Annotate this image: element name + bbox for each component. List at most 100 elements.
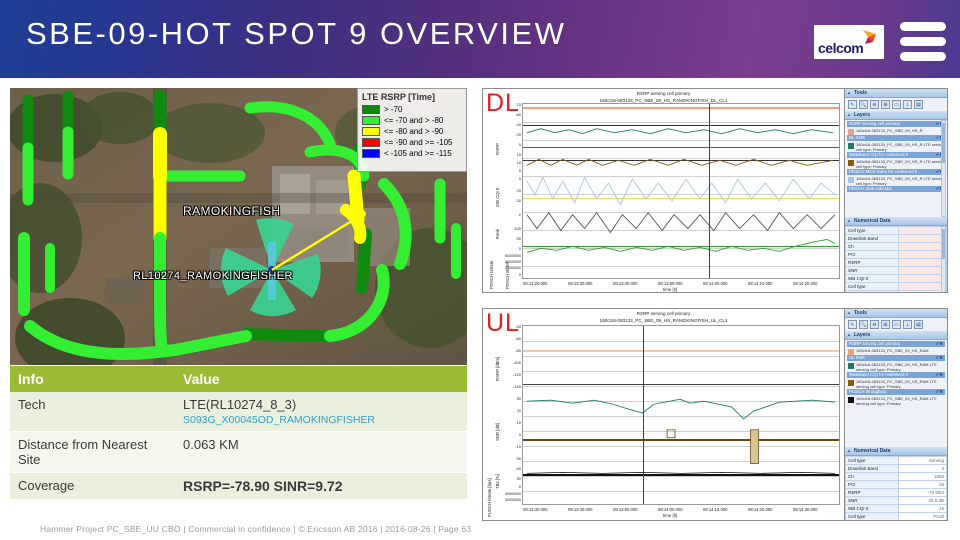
legend-title: LTE RSRP [Time] [362,92,436,102]
layer-item[interactable]: RSRP serving cell primary ✔✖ 160ct16-0831… [847,121,945,135]
dl-layer-list[interactable]: RSRP serving cell primary ✔✖ 160ct16-0831… [845,120,947,217]
ul-ytick: 10 [516,420,521,425]
zoom-in-icon[interactable]: 🔍 [859,100,868,109]
scrollbar-thumb[interactable] [942,229,945,259]
dl-ytick: 40 [516,122,521,127]
dl-chart-panel[interactable]: DL RSRP serving cell primary 160ct16-083… [482,88,948,293]
layer-visibility-icon[interactable]: ✔✖ [935,355,943,361]
table-icon[interactable]: ▤ [914,100,923,109]
ericsson-logo [900,22,946,62]
layer-color-icon [848,160,854,166]
numeric-value: 26 [897,480,947,489]
dl-ytick: 100 [514,226,521,231]
dl-numeric-header[interactable]: Numerical Data [845,217,947,226]
select-icon[interactable]: ▭ [892,100,901,109]
numeric-key: RSRP [845,488,899,497]
page-title: SBE-09-HOT SPOT 9 OVERVIEW [26,16,567,51]
scrollbar-thumb[interactable] [942,123,945,163]
legend-item: > -70 [362,104,462,115]
select-icon[interactable]: ▭ [892,320,901,329]
dl-tools-header[interactable]: Tools [845,89,947,98]
ul-xtick: 08:14:20.000 [748,507,773,512]
dl-ytitle-rsrp: RSRP [495,143,500,155]
row-label-tech: Tech [10,392,175,432]
layer-item[interactable]: RSRP serving cell primary ✔✖ 160ct16-0831… [847,341,945,355]
ul-numeric-header[interactable]: Numerical Data [845,447,947,456]
chart-icon[interactable]: ⊥ [903,100,912,109]
ul-tool-row[interactable]: ↖ 🔍 ⊖ ⊞ ▭ ⊥ ▤ [845,318,947,331]
ul-xtick: 08:14:00.000 [658,507,683,512]
layer-desc: 160ct16-083133_PC_SBE_09_HS_R [856,128,923,133]
chart-icon[interactable]: ⊥ [903,320,912,329]
dl-ytick: 20 [516,198,521,203]
dl-layers-header[interactable]: Layers [845,111,947,120]
ul-chart-panel[interactable]: UL RSRP serving cell primary 160ct16-083… [482,308,948,521]
numeric-key: Downlink Band [845,464,899,473]
row-label-distance: Distance from Nearest Site [10,431,175,473]
layer-item[interactable]: PDSCH rank indicator ✔✖ [847,186,945,192]
numeric-key: Cell type [845,456,899,465]
layer-visibility-icon[interactable]: ✔✖ [935,341,943,347]
layer-name: PDSCH rank indicator [849,186,892,191]
table-icon[interactable]: ▤ [914,320,923,329]
zoom-fit-icon[interactable]: ⊞ [881,320,890,329]
page-header: SBE-09-HOT SPOT 9 OVERVIEW celcom [0,0,960,78]
map-label-cell: RL10274_RAMOKINGFISHER [133,270,293,282]
numeric-value: 15 [897,504,947,513]
numeric-row: RSRP -78.90m [845,488,947,497]
numeric-value: 3 [897,464,947,473]
dl-numeric-table: Cell type Downlink Band Ch PCI RSRP SNR … [845,226,947,292]
ul-layer-list[interactable]: RSRP serving cell primary ✔✖ 160ct16-0831… [845,340,947,424]
numeric-value: Serving [897,456,947,465]
layer-visibility-icon[interactable]: ✔✖ [935,372,943,378]
dl-xtick: 08:14:10.000 [748,281,773,286]
map-label-site: RAMOKINGFISH [183,204,281,218]
layer-item[interactable]: UL SNR ✔✖ 160ct16-083133_PC_SBE_09_HS_RAM… [847,355,945,372]
numeric-row: PRBs Avg90 [846,521,947,522]
dl-xtick: 08:13:50.000 [658,281,683,286]
cursor-icon[interactable]: ↖ [848,320,857,329]
numeric-key: Downlink Band [845,234,899,243]
numeric-key: Ch [845,242,899,251]
layer-item[interactable]: PDSCH MCS index for codeword 0 ✔✖ 160ct16… [847,169,945,186]
row-value-coverage: RSRP=-78.90 SINR=9.72 [175,472,467,500]
layer-item[interactable]: PUSCH throughput ✔✖ 160ct16-083133_PC_SBE… [847,389,945,406]
ul-numeric-table: Cell type Serving Downlink Band 3 Ch 1500 P… [845,456,947,522]
ul-layers-header[interactable]: Layers [845,331,947,340]
numeric-key: PCI [845,250,899,259]
dl-side-panel[interactable]: Tools ↖ 🔍 ⊖ ⊞ ▭ ⊥ ▤ Layers RSRP serving … [844,89,947,292]
zoom-in-icon[interactable]: 🔍 [859,320,868,329]
layer-item[interactable]: DL SNR ✔✖ 160ct16-083133_PC_SBE_09_HS_R L… [847,135,945,152]
numeric-value [897,226,947,235]
layer-color-icon [848,143,854,149]
numeric-row: WB CQI 0 [845,274,947,283]
numeric-value: -78.90m [897,488,947,497]
dl-plot-area[interactable] [522,103,840,279]
zoom-out-icon[interactable]: ⊖ [870,320,879,329]
numeric-row: Cell type [845,226,947,235]
ul-plot-area[interactable] [522,325,840,505]
layers-scrollbar[interactable] [941,120,946,217]
numeric-scrollbar[interactable] [941,226,946,292]
table-header-value: Value [175,366,467,392]
dl-badge: DL [486,89,520,117]
layer-item[interactable]: Wideband CQI for codeword 0 ✔✖ 160ct16-08… [847,152,945,169]
layer-visibility-icon[interactable]: ✔✖ [935,389,943,395]
ul-side-panel[interactable]: Tools ↖ 🔍 ⊖ ⊞ ▭ ⊥ ▤ Layers RSRP serving … [844,309,947,520]
ul-xtick: 08:13:50.000 [613,507,638,512]
table-header-row: Info Value [10,366,467,392]
dl-tool-row[interactable]: ↖ 🔍 ⊖ ⊞ ▭ ⊥ ▤ [845,98,947,111]
ul-ytick: 30 [516,396,521,401]
ul-tools-header[interactable]: Tools [845,309,947,318]
dl-cursor-line[interactable] [709,104,710,278]
zoom-fit-icon[interactable]: ⊞ [881,100,890,109]
legend-item: <= -90 and >= -105 [362,137,462,148]
ul-cursor-line[interactable] [643,326,644,504]
dl-numeric-data[interactable]: Cell type Downlink Band Ch PCI RSRP SNR … [845,226,947,292]
ul-ytick: 20 [516,408,521,413]
cursor-icon[interactable]: ↖ [848,100,857,109]
zoom-out-icon[interactable]: ⊖ [870,100,879,109]
numeric-value [897,258,947,267]
layer-item[interactable]: Wideband CQI for codeword 0 ✔✖ 160ct16-08… [847,372,945,389]
ul-numeric-data[interactable]: Cell type Serving Downlink Band 3 Ch 1500 P… [845,456,947,522]
